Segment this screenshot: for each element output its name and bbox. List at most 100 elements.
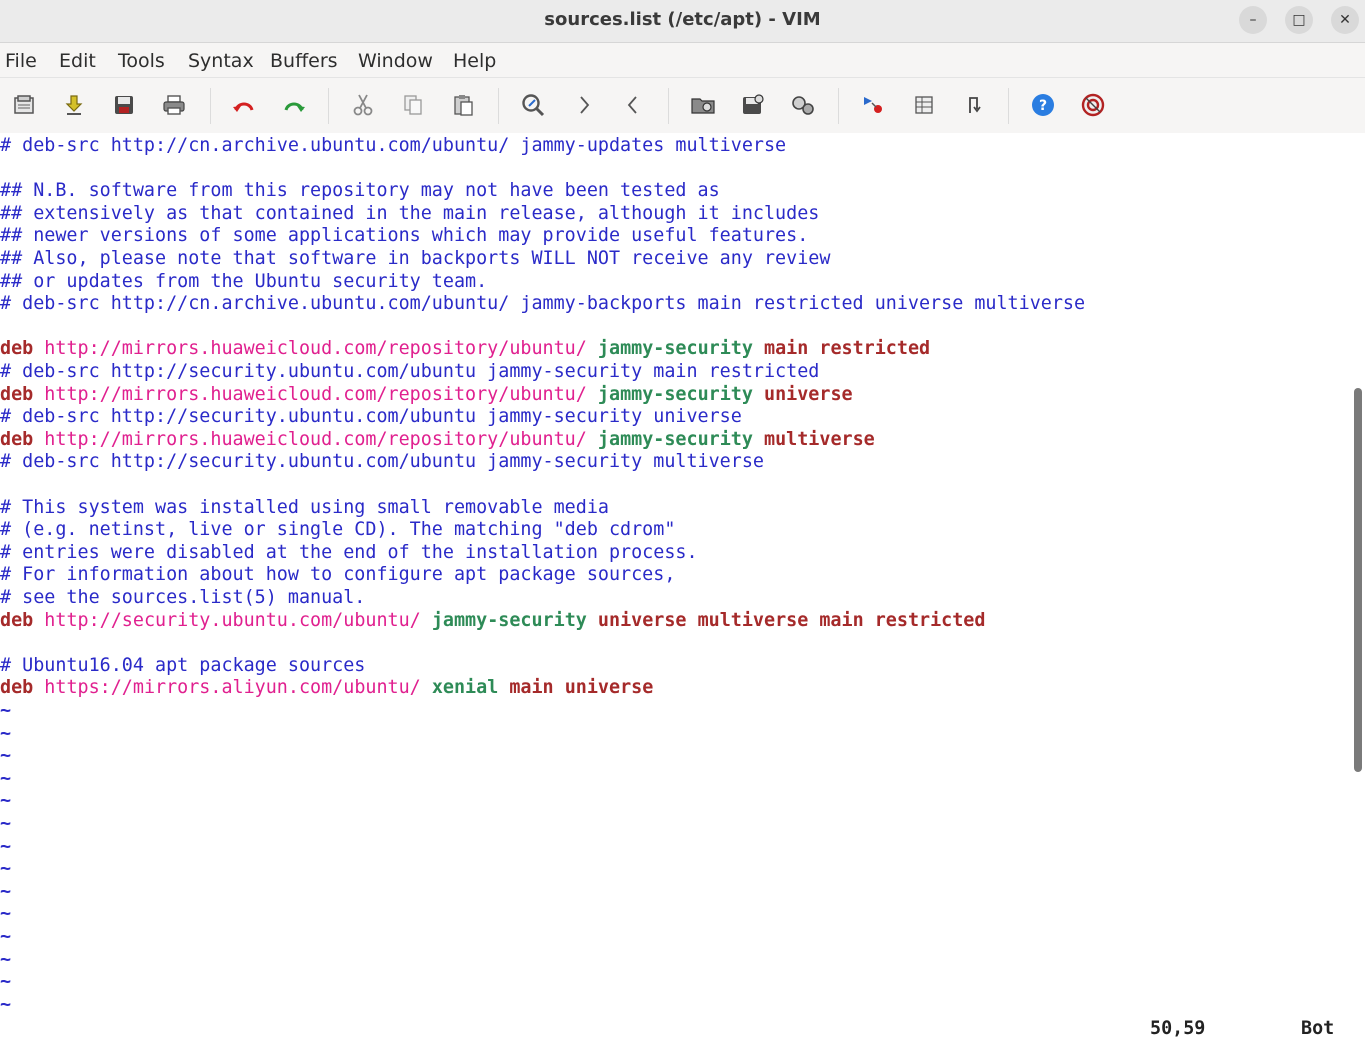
- text-segment: [753, 384, 764, 405]
- find-previous-button[interactable]: [618, 90, 648, 120]
- text-segment: [753, 338, 764, 359]
- paste-button[interactable]: [448, 90, 478, 120]
- find-replace-button[interactable]: [518, 90, 548, 120]
- text-segment: # see the sources.list(5) manual.: [0, 587, 366, 608]
- print-icon: [163, 95, 185, 115]
- cut-button[interactable]: [348, 90, 378, 120]
- load-session-button[interactable]: [688, 90, 718, 120]
- copy-button[interactable]: [398, 90, 428, 120]
- text-line: # see the sources.list(5) manual.: [0, 587, 365, 610]
- save-button[interactable]: [109, 90, 139, 120]
- undo-icon: [233, 102, 254, 112]
- run-script-icon: [792, 96, 814, 115]
- text-segment: jammy-security: [597, 338, 753, 360]
- text-segment: # entries were disabled at the end of th…: [0, 541, 698, 563]
- text-segment: # For information about how to configure…: [0, 564, 676, 586]
- text-segment: http://security.ubuntu.com/ubuntu/: [44, 609, 421, 631]
- empty-line-tilde: ~: [0, 745, 12, 767]
- text-segment: http://mirrors.huaweicloud.com/repositor…: [44, 338, 587, 360]
- open-file-button[interactable]: [9, 90, 39, 120]
- open-file-icon: [14, 95, 34, 114]
- help-button[interactable]: ?: [1028, 90, 1058, 120]
- toolbar-separator: [838, 88, 839, 124]
- text-segment: http://mirrors.huaweicloud.com/repositor…: [44, 383, 587, 405]
- redo-button[interactable]: [279, 90, 309, 120]
- vertical-scrollbar-thumb[interactable]: [1354, 388, 1362, 772]
- close-icon: ✕: [1339, 12, 1351, 28]
- find-next-icon: [580, 96, 590, 114]
- text-segment: [33, 429, 44, 450]
- save-download-button[interactable]: [59, 90, 89, 120]
- save-session-button[interactable]: [738, 90, 768, 120]
- menu-help[interactable]: Help: [453, 43, 496, 77]
- run-ctags-button[interactable]: [909, 90, 939, 120]
- cursor-position: 50,59: [1150, 1018, 1206, 1039]
- text-line: # deb-src http://cn.archive.ubuntu.com/u…: [0, 135, 786, 158]
- empty-line-tilde: ~: [0, 993, 12, 1015]
- text-segment: https://mirrors.aliyun.com/ubuntu/: [44, 677, 421, 699]
- copy-icon: [404, 95, 422, 115]
- maximize-button[interactable]: □: [1285, 6, 1313, 34]
- find-help-button[interactable]: [1078, 90, 1108, 120]
- text-segment: multiverse: [764, 428, 875, 450]
- save-download-icon: [65, 95, 83, 115]
- menu-tools[interactable]: Tools: [118, 43, 165, 77]
- editor-text-area[interactable]: # deb-src http://cn.archive.ubuntu.com/u…: [0, 133, 1352, 1019]
- text-segment: [587, 338, 598, 359]
- empty-line-tilde: ~: [0, 700, 12, 721]
- text-segment: [33, 338, 44, 359]
- text-line: ## extensively as that contained in the …: [0, 203, 819, 226]
- find-next-button[interactable]: [569, 90, 599, 120]
- text-line: # deb-src http://security.ubuntu.com/ubu…: [0, 406, 742, 429]
- scroll-indicator: Bot: [1301, 1018, 1335, 1039]
- menu-file[interactable]: File: [5, 43, 37, 77]
- toolbar: ?: [0, 78, 1365, 133]
- text-segment: [498, 677, 509, 698]
- make-button[interactable]: [858, 90, 888, 120]
- paste-icon: [454, 95, 473, 116]
- empty-line-tilde: ~: [0, 835, 12, 857]
- text-segment: # deb-src http://security.ubuntu.com/ubu…: [0, 406, 742, 428]
- text-segment: http://mirrors.huaweicloud.com/repositor…: [44, 428, 587, 450]
- text-segment: [33, 384, 44, 405]
- text-line: # deb-src http://cn.archive.ubuntu.com/u…: [0, 293, 1085, 316]
- text-segment: [33, 677, 44, 698]
- text-segment: xenial: [431, 677, 499, 699]
- close-button[interactable]: ✕: [1331, 6, 1359, 34]
- jump-to-tag-button[interactable]: [959, 90, 989, 120]
- text-line: ## N.B. software from this repository ma…: [0, 180, 720, 203]
- save-icon: [115, 96, 133, 114]
- toolbar-separator: [668, 88, 669, 124]
- text-segment: jammy-security: [431, 609, 587, 631]
- redo-icon: [284, 102, 305, 112]
- jump-to-tag-icon: [969, 97, 981, 113]
- text-segment: # deb-src http://cn.archive.ubuntu.com/u…: [0, 135, 787, 156]
- menu-bar: File Edit Tools Syntax Buffers Window He…: [0, 43, 1365, 78]
- save-session-icon: [743, 94, 764, 114]
- text-segment: ## newer versions of some applications w…: [0, 225, 809, 247]
- help-icon: ?: [1032, 94, 1054, 116]
- find-replace-icon: [522, 94, 545, 117]
- text-segment: ## N.B. software from this repository ma…: [0, 180, 720, 202]
- text-segment: [421, 610, 432, 631]
- print-button[interactable]: [159, 90, 189, 120]
- text-segment: deb: [0, 609, 34, 631]
- menu-edit[interactable]: Edit: [59, 43, 96, 77]
- text-segment: main restricted: [764, 338, 931, 360]
- text-segment: # This system was installed using small …: [0, 496, 609, 518]
- run-script-button[interactable]: [788, 90, 818, 120]
- empty-line-tilde: ~: [0, 767, 12, 789]
- text-line: ## Also, please note that software in ba…: [0, 248, 830, 271]
- menu-syntax[interactable]: Syntax: [188, 43, 254, 77]
- window-title: sources.list (/etc/apt) - VIM: [544, 9, 821, 30]
- menu-buffers[interactable]: Buffers: [270, 43, 338, 77]
- text-line: # This system was installed using small …: [0, 497, 609, 520]
- text-segment: [587, 384, 598, 405]
- text-segment: [587, 429, 598, 450]
- empty-line-tilde: ~: [0, 722, 12, 744]
- text-segment: ## Also, please note that software in ba…: [0, 248, 831, 269]
- menu-window[interactable]: Window: [358, 43, 433, 77]
- text-segment: [587, 610, 598, 631]
- undo-button[interactable]: [229, 90, 259, 120]
- minimize-button[interactable]: –: [1239, 6, 1267, 34]
